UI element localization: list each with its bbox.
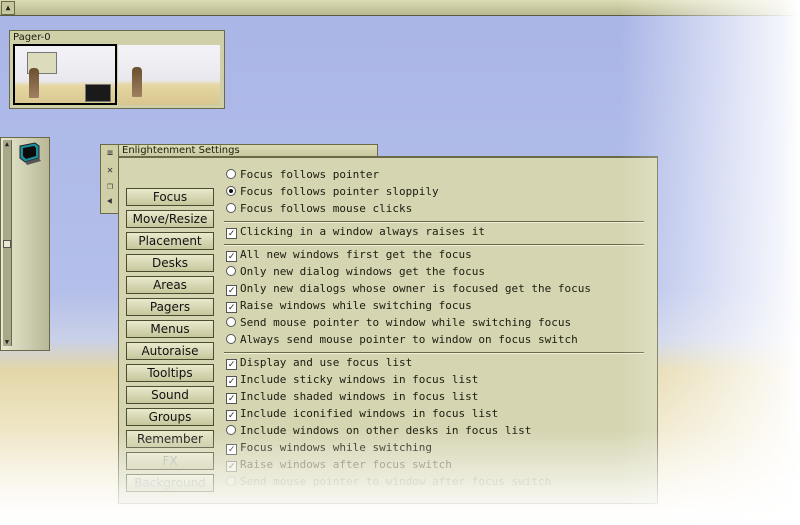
checkbox-option[interactable]: ✓ All new windows first get the focus	[226, 247, 472, 263]
scroll-thumb[interactable]	[3, 240, 11, 248]
radio-icon	[226, 334, 236, 344]
checkbox-option[interactable]: ✓ Include iconified windows in focus list	[226, 406, 498, 422]
pager-figure	[29, 68, 39, 98]
window-side-buttons: ≡ ✕ ❐ ⯇	[100, 144, 120, 214]
radio-option[interactable]: Include windows on other desks in focus …	[226, 423, 531, 439]
checkbox-option[interactable]: ✓ Include shaded windows in focus list	[226, 389, 478, 405]
checkbox-option[interactable]: ✓ Clicking in a window always raises it	[226, 224, 485, 240]
category-button-tooltips[interactable]: Tooltips	[126, 364, 214, 382]
option-label: Include sticky windows in focus list	[240, 373, 479, 386]
category-button-move-resize[interactable]: Move/Resize	[126, 210, 214, 228]
checkbox-option[interactable]: ✓ Display and use focus list	[226, 355, 412, 371]
category-button-focus[interactable]: Focus	[126, 188, 214, 206]
option-label: Focus follows mouse clicks	[240, 202, 413, 215]
window-title: Enlightenment Settings	[122, 145, 240, 156]
radio-option[interactable]: Always send mouse pointer to window on f…	[226, 332, 578, 348]
radio-icon	[226, 169, 236, 179]
category-button-desks[interactable]: Desks	[126, 254, 214, 272]
checkbox-option[interactable]: ✓ Raise windows while switching focus	[226, 298, 472, 314]
option-label: Include shaded windows in focus list	[240, 390, 479, 403]
scroll-down-icon[interactable]: ▼	[3, 338, 11, 346]
pager[interactable]: Pager-0	[9, 30, 225, 109]
radio-icon	[226, 476, 236, 486]
category-button-areas[interactable]: Areas	[126, 276, 214, 294]
maximize-icon[interactable]: ❐	[104, 181, 116, 193]
close-icon[interactable]: ✕	[104, 165, 116, 177]
menu-icon[interactable]: ≡	[104, 148, 116, 160]
option-label: Focus follows pointer	[240, 168, 380, 181]
pager-desk-1[interactable]	[118, 45, 220, 105]
radio-icon	[226, 425, 236, 435]
radio-option[interactable]: Focus follows pointer	[226, 167, 379, 183]
iconbox: ▲ ▼	[0, 137, 50, 351]
checkbox-icon: ✓	[226, 393, 237, 404]
option-label: Focus windows while switching	[240, 441, 433, 454]
separator	[224, 244, 644, 246]
top-bar: ▲	[0, 0, 800, 16]
arrow-up-icon[interactable]: ▲	[1, 1, 15, 15]
option-label: Only new dialog windows get the focus	[240, 265, 486, 278]
category-button-autoraise[interactable]: Autoraise	[126, 342, 214, 360]
option-label: Include windows on other desks in focus …	[240, 424, 532, 437]
checkbox-icon: ✓	[226, 228, 237, 239]
option-label: Always send mouse pointer to window on f…	[240, 333, 578, 346]
pager-mini-terminal	[85, 84, 111, 102]
category-button-placement[interactable]: Placement	[126, 232, 214, 250]
category-button-remember[interactable]: Remember	[126, 430, 214, 448]
checkbox-option[interactable]: ✓ Raise windows after focus switch	[226, 457, 452, 473]
iconify-icon[interactable]: ⯇	[104, 197, 116, 209]
radio-option[interactable]: Only new dialog windows get the focus	[226, 264, 485, 280]
checkbox-option[interactable]: ✓ Only new dialogs whose owner is focused…	[226, 281, 591, 297]
radio-icon	[226, 186, 236, 196]
iconbox-scrollbar[interactable]: ▲ ▼	[3, 140, 12, 346]
radio-option[interactable]: Focus follows mouse clicks	[226, 201, 412, 217]
checkbox-option[interactable]: ✓ Focus windows while switching	[226, 440, 432, 456]
option-label: All new windows first get the focus	[240, 248, 472, 261]
category-button-background[interactable]: Background	[126, 474, 214, 492]
radio-option[interactable]: Send mouse pointer to window after focus…	[226, 474, 551, 490]
option-label: Raise windows after focus switch	[240, 458, 452, 471]
category-button-pagers[interactable]: Pagers	[126, 298, 214, 316]
option-label: Clicking in a window always raises it	[240, 225, 486, 238]
settings-window: Focus Move/Resize Placement Desks Areas Pager…	[118, 156, 658, 504]
scroll-up-icon[interactable]: ▲	[3, 140, 11, 148]
category-button-groups[interactable]: Groups	[126, 408, 214, 426]
checkbox-icon: ✓	[226, 461, 237, 472]
checkbox-icon: ✓	[226, 410, 237, 421]
option-label: Focus follows pointer sloppily	[240, 185, 439, 198]
checkbox-icon: ✓	[226, 376, 237, 387]
separator	[224, 352, 644, 354]
option-label: Include iconified windows in focus list	[240, 407, 499, 420]
checkbox-icon: ✓	[226, 251, 237, 262]
checkbox-icon: ✓	[226, 285, 237, 296]
checkbox-icon: ✓	[226, 444, 237, 455]
checkbox-icon: ✓	[226, 359, 237, 370]
radio-icon	[226, 203, 236, 213]
pager-figure	[132, 67, 142, 97]
option-label: Send mouse pointer to window after focus…	[240, 475, 552, 488]
option-label: Send mouse pointer to window while switc…	[240, 316, 572, 329]
radio-option[interactable]: Send mouse pointer to window while switc…	[226, 315, 571, 331]
category-button-fx[interactable]: FX	[126, 452, 214, 470]
separator	[224, 221, 644, 223]
pager-title: Pager-0	[13, 32, 51, 43]
option-label: Only new dialogs whose owner is focused …	[240, 282, 591, 295]
radio-icon	[226, 266, 236, 276]
option-label: Display and use focus list	[240, 356, 413, 369]
radio-icon	[226, 317, 236, 327]
pager-desk-0[interactable]	[13, 44, 117, 105]
checkbox-icon: ✓	[226, 302, 237, 313]
category-button-menus[interactable]: Menus	[126, 320, 214, 338]
option-label: Raise windows while switching focus	[240, 299, 472, 312]
checkbox-option[interactable]: ✓ Include sticky windows in focus list	[226, 372, 478, 388]
category-button-sound[interactable]: Sound	[126, 386, 214, 404]
radio-option[interactable]: Focus follows pointer sloppily	[226, 184, 439, 200]
terminal-icon[interactable]	[17, 142, 43, 166]
